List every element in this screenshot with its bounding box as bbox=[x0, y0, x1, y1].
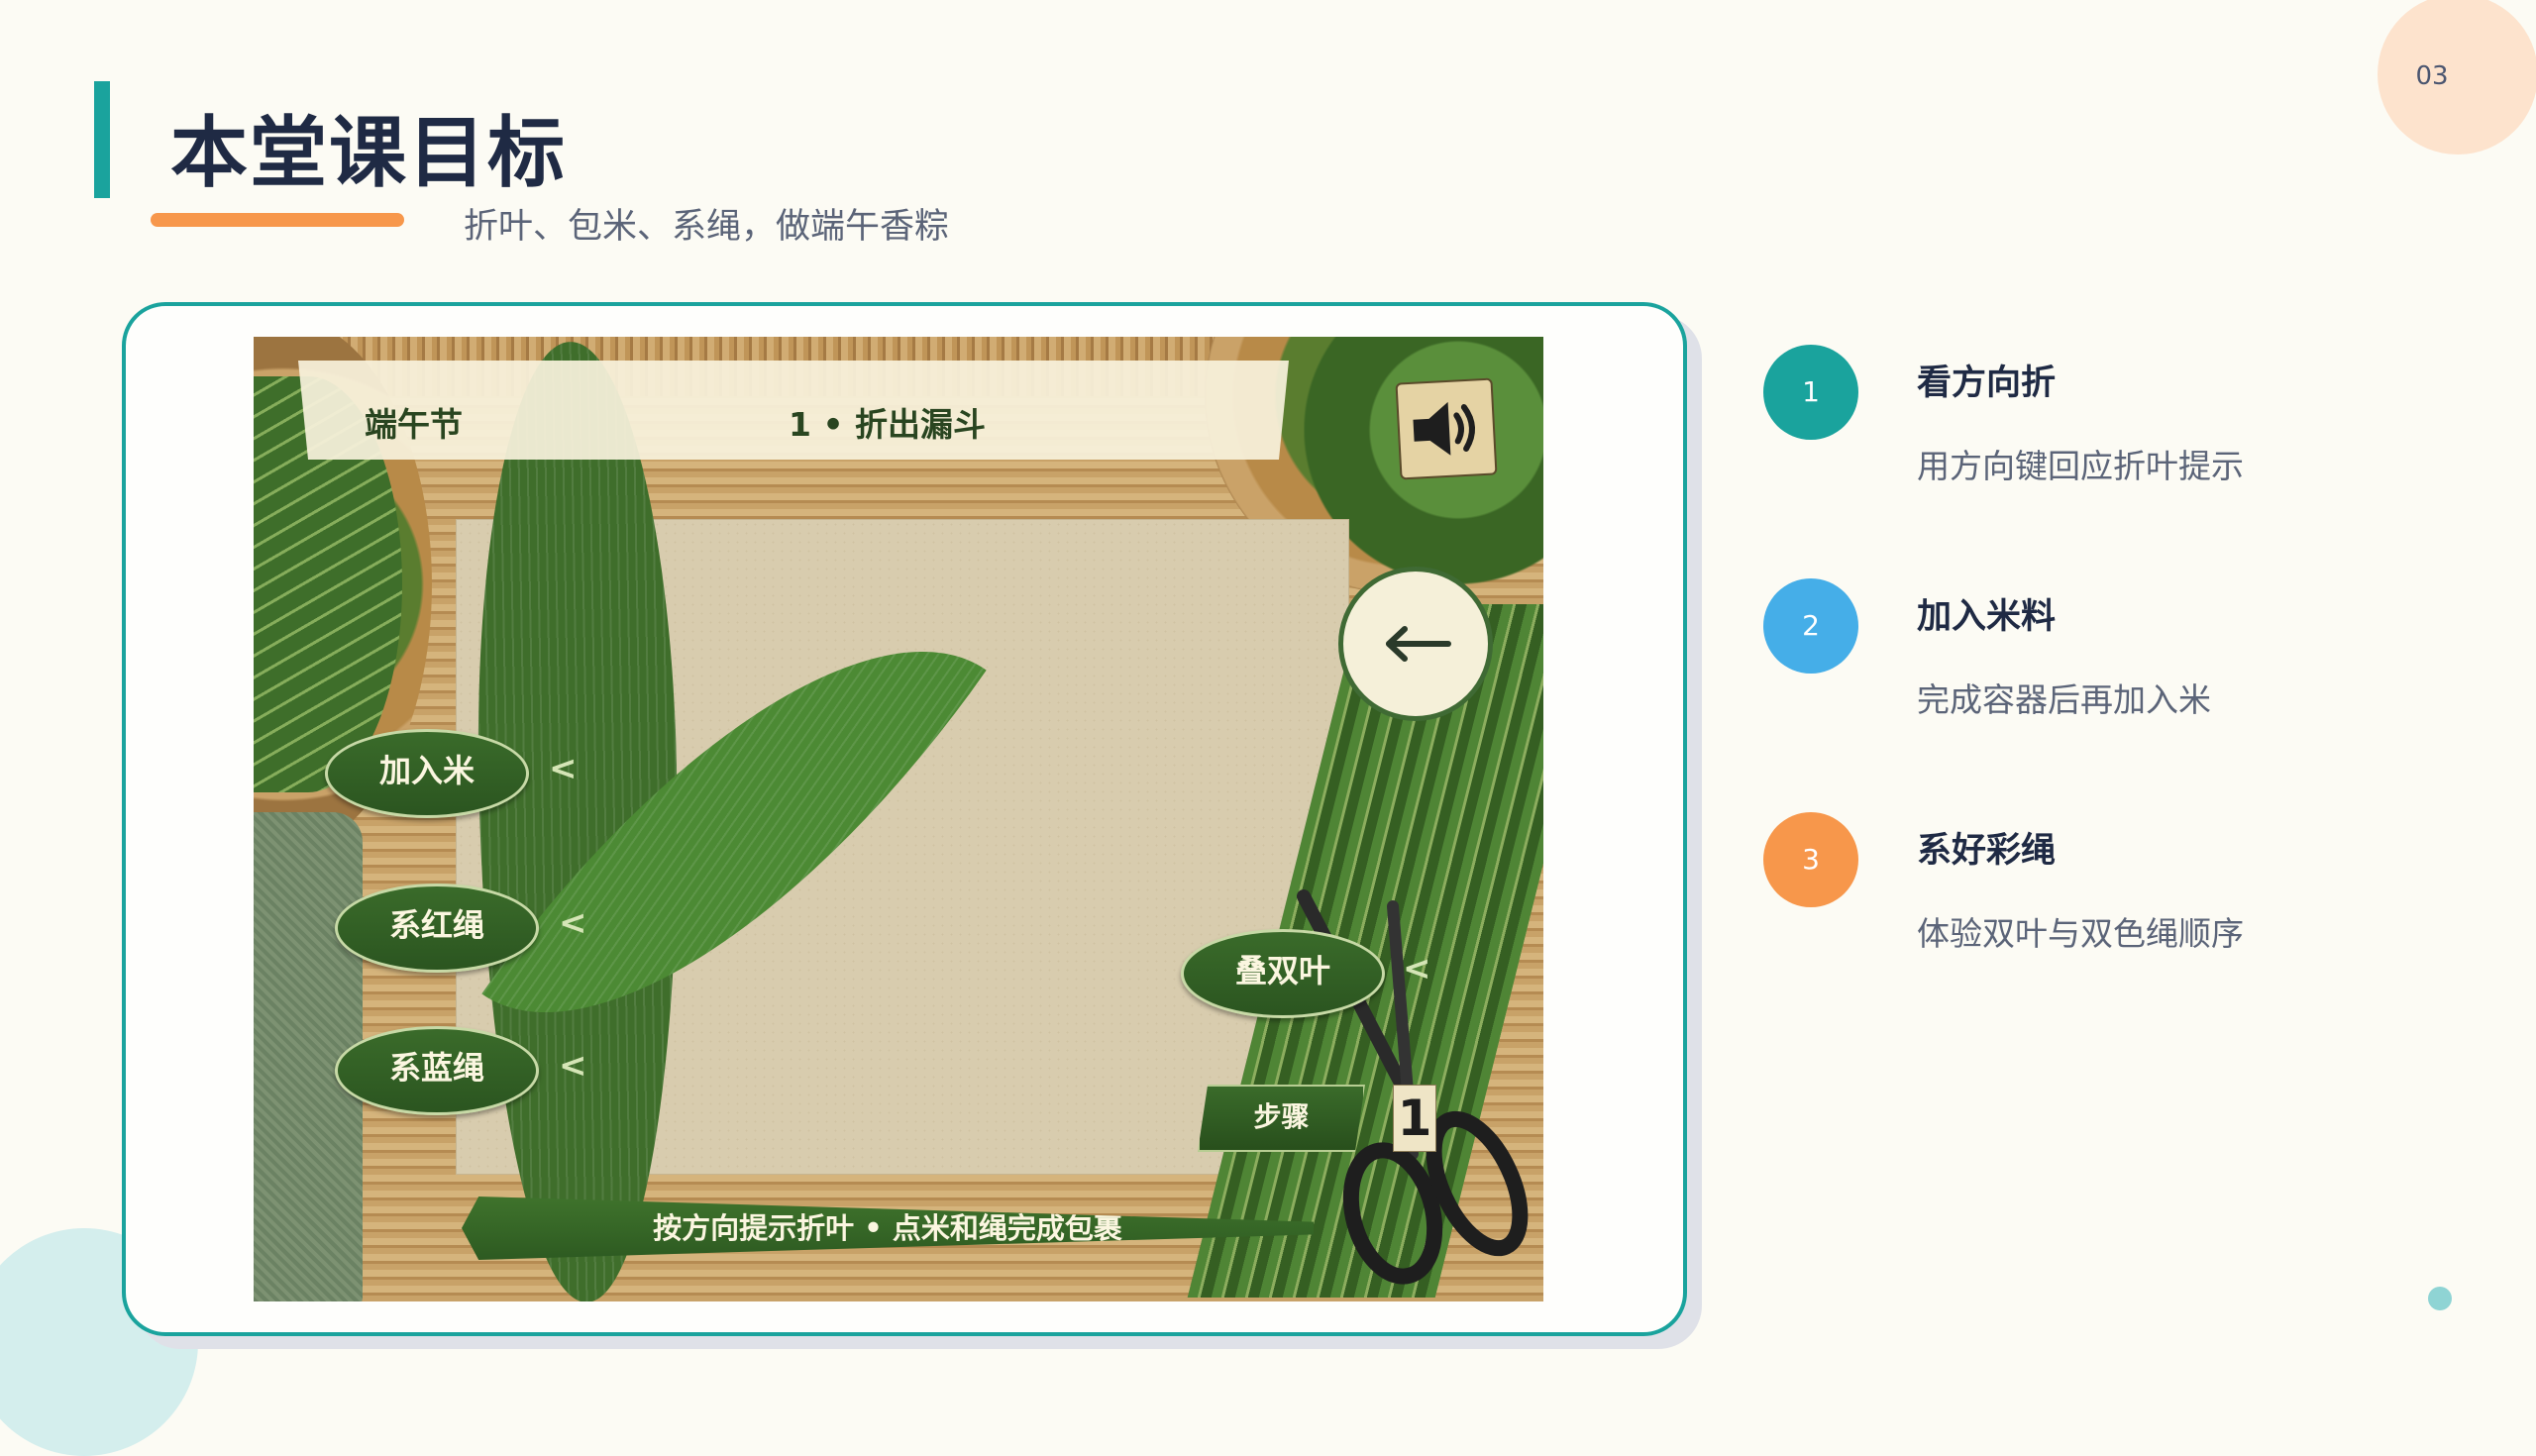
title-underline bbox=[151, 213, 404, 227]
page-subtitle: 折叶、包米、系绳，做端午香粽 bbox=[464, 207, 950, 247]
chevron-left-icon: < bbox=[559, 903, 587, 943]
sound-button[interactable] bbox=[1395, 377, 1498, 480]
objective-1-title: 看方向折 bbox=[1917, 364, 2057, 403]
add-rice-button[interactable]: 加入米 bbox=[325, 729, 529, 818]
chevron-left-icon: < bbox=[549, 749, 578, 788]
hint-banner: 按方向提示折叶 • 点米和绳完成包裹 bbox=[462, 1196, 1314, 1260]
objective-3-number: 3 bbox=[1763, 812, 1858, 907]
step-title: 1 • 折出漏斗 bbox=[789, 405, 987, 444]
title-accent-bar bbox=[94, 81, 110, 198]
objective-1-number: 1 bbox=[1763, 345, 1858, 440]
page-title: 本堂课目标 bbox=[170, 109, 568, 198]
step-counter: 1 bbox=[1393, 1085, 1436, 1152]
objective-3-title: 系好彩绳 bbox=[1917, 831, 2057, 871]
objective-3-desc: 体验双叶与双色绳顺序 bbox=[1917, 914, 2244, 953]
game-title: 端午节 bbox=[365, 405, 463, 444]
objective-2-number: 2 bbox=[1763, 578, 1858, 674]
objective-2-desc: 完成容器后再加入米 bbox=[1917, 680, 2211, 719]
decorative-dot bbox=[2428, 1287, 2452, 1310]
arrow-left-icon bbox=[1386, 626, 1451, 662]
step-label: 步骤 bbox=[1198, 1085, 1365, 1152]
double-leaf-button[interactable]: 叠双叶 bbox=[1181, 929, 1385, 1018]
page-number: 03 bbox=[2415, 61, 2449, 91]
red-rope-button[interactable]: 系红绳 bbox=[335, 884, 539, 973]
blue-rope-button[interactable]: 系蓝绳 bbox=[335, 1026, 539, 1115]
chevron-left-icon: < bbox=[1403, 949, 1431, 988]
speaker-icon bbox=[1413, 401, 1475, 456]
objective-2-title: 加入米料 bbox=[1917, 597, 2057, 637]
game-screenshot: 端午节 1 • 折出漏斗 加入米 < 系红绳 < 系蓝绳 < 叠双叶 < 步骤 … bbox=[254, 337, 1543, 1301]
chevron-left-icon: < bbox=[559, 1046, 587, 1086]
left-arrow-button[interactable] bbox=[1338, 567, 1493, 721]
objective-1-desc: 用方向键回应折叶提示 bbox=[1917, 447, 2244, 485]
